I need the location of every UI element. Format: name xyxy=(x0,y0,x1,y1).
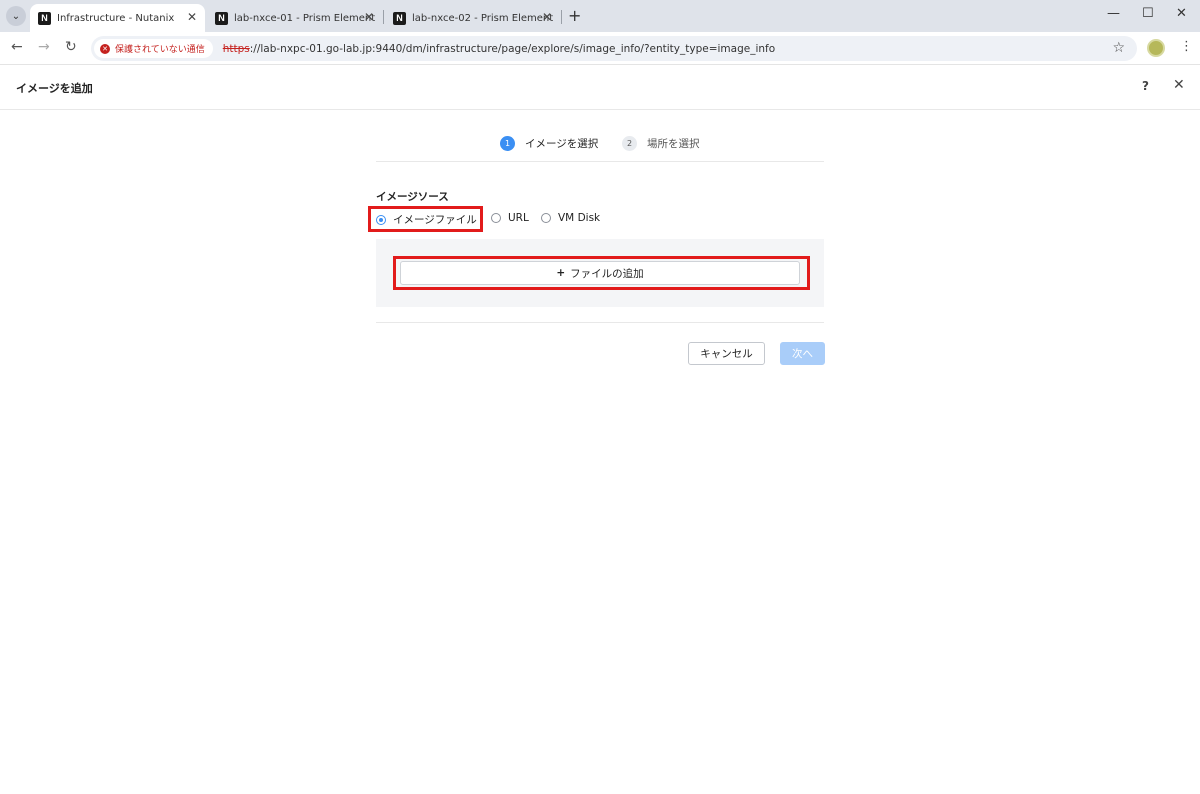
close-tab-icon[interactable]: ✕ xyxy=(542,10,552,24)
next-button[interactable]: 次へ xyxy=(780,342,825,365)
close-icon[interactable]: ✕ xyxy=(1173,77,1185,93)
page-title: イメージを追加 xyxy=(16,82,93,95)
radio-label: VM Disk xyxy=(558,212,601,224)
insecure-icon: ✕ xyxy=(100,43,110,54)
tab-title: lab-nxce-01 - Prism Element xyxy=(234,12,376,24)
close-tab-icon[interactable]: ✕ xyxy=(187,10,197,24)
step-label: 場所を選択 xyxy=(647,138,700,150)
minimize-icon[interactable]: — xyxy=(1107,6,1120,21)
browser-tab-lab-nxce-02[interactable]: N lab-nxce-02 - Prism Element ✕ xyxy=(385,4,560,32)
help-icon[interactable]: ? xyxy=(1142,79,1149,93)
new-tab-icon[interactable]: + xyxy=(568,6,581,25)
radio-vm-disk[interactable]: VM Disk xyxy=(541,212,600,224)
cancel-button[interactable]: キャンセル xyxy=(688,342,765,365)
footer-divider xyxy=(376,322,824,323)
tab-title: Infrastructure - Nutanix xyxy=(57,12,175,24)
security-chip[interactable]: ✕ 保護されていない通信 xyxy=(94,39,213,58)
step-label: イメージを選択 xyxy=(525,138,599,150)
step-select-location: 2 場所を選択 xyxy=(622,136,700,151)
annotation-highlight-box xyxy=(368,206,483,232)
radio-label: URL xyxy=(508,212,529,224)
nutanix-icon: N xyxy=(215,11,228,25)
bookmark-star-icon[interactable]: ☆ xyxy=(1112,40,1125,56)
step-number: 2 xyxy=(622,136,637,151)
security-chip-label: 保護されていない通信 xyxy=(115,45,205,55)
annotation-highlight-box xyxy=(393,256,810,290)
window-close-icon[interactable]: ✕ xyxy=(1176,6,1187,21)
close-tab-icon[interactable]: ✕ xyxy=(364,10,374,24)
radio-unchecked-icon xyxy=(491,213,501,223)
forward-icon[interactable]: → xyxy=(38,39,50,55)
nutanix-icon: N xyxy=(38,11,51,25)
tab-separator xyxy=(383,10,384,24)
reload-icon[interactable]: ↻ xyxy=(65,39,77,55)
url-text[interactable]: https://lab-nxpc-01.go-lab.jp:9440/dm/in… xyxy=(223,43,775,55)
image-source-label: イメージソース xyxy=(376,191,449,203)
back-icon[interactable]: ← xyxy=(11,39,23,55)
browser-tabstrip: ⌄ N Infrastructure - Nutanix ✕ N lab-nxc… xyxy=(0,0,1200,32)
browser-tab-infrastructure[interactable]: N Infrastructure - Nutanix ✕ xyxy=(30,4,205,32)
step-number: 1 xyxy=(500,136,515,151)
profile-avatar[interactable] xyxy=(1147,39,1165,57)
url-scheme: https xyxy=(222,42,250,55)
nutanix-icon: N xyxy=(393,11,406,25)
tab-search-icon[interactable]: ⌄ xyxy=(6,6,26,26)
browser-toolbar: ← → ↻ ✕ 保護されていない通信 https://lab-nxpc-01.g… xyxy=(0,32,1200,65)
radio-unchecked-icon xyxy=(541,213,551,223)
dialog-header: イメージを追加 ? ✕ xyxy=(0,66,1200,110)
step-select-image: 1 イメージを選択 xyxy=(500,136,598,151)
address-bar[interactable]: ✕ 保護されていない通信 https://lab-nxpc-01.go-lab.… xyxy=(91,36,1137,61)
radio-url[interactable]: URL xyxy=(491,212,529,224)
tab-separator xyxy=(561,10,562,24)
browser-menu-icon[interactable]: ⋮ xyxy=(1180,39,1193,54)
tab-title: lab-nxce-02 - Prism Element xyxy=(412,12,554,24)
browser-tab-lab-nxce-01[interactable]: N lab-nxce-01 - Prism Element ✕ xyxy=(207,4,382,32)
url-rest: ://lab-nxpc-01.go-lab.jp:9440/dm/infrast… xyxy=(249,42,776,55)
maximize-icon[interactable]: ☐ xyxy=(1142,6,1154,21)
wizard-stepper: 1 イメージを選択 2 場所を選択 xyxy=(376,130,824,162)
